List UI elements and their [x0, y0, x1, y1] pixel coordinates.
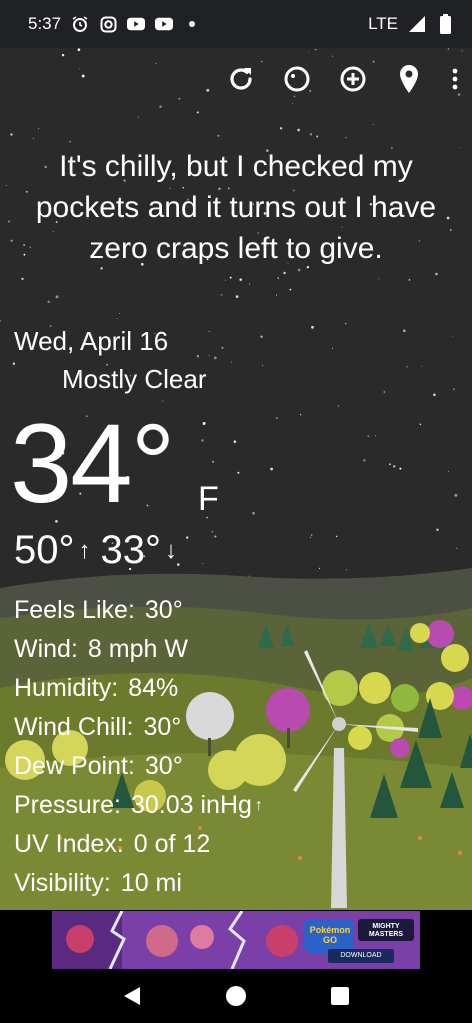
toolbar: [224, 62, 462, 96]
home-icon: [226, 986, 246, 1006]
home-button[interactable]: [221, 981, 251, 1011]
current-temperature: 34°: [10, 401, 175, 526]
add-location-button[interactable]: [336, 62, 370, 96]
battery-icon: [436, 14, 454, 34]
back-icon: [124, 987, 140, 1005]
youtube-icon: [155, 15, 174, 33]
recents-icon: [331, 987, 349, 1005]
back-button[interactable]: [117, 981, 147, 1011]
status-bar: 5:37 LTE: [0, 0, 472, 48]
detail-wind-chill: Wind Chill: 30°: [14, 713, 182, 741]
condition-row: Mostly Clear: [16, 363, 206, 395]
theme-button[interactable]: [280, 62, 314, 96]
ad-brand-pokemon: Pokémon GO: [309, 925, 351, 945]
instagram-icon: [99, 15, 117, 33]
temperature-unit: F: [198, 480, 219, 518]
more-options-button[interactable]: [448, 62, 462, 96]
detail-humidity: Humidity: 84%: [14, 674, 179, 702]
weather-quote: It's chilly, but I checked my pockets an…: [35, 150, 437, 265]
high-temperature: 50°: [14, 528, 75, 572]
youtube-icon: [127, 15, 146, 33]
ad-banner[interactable]: Pokémon GO MIGHTY MASTERS DOWNLOAD: [52, 911, 420, 969]
alarm-icon: [71, 15, 89, 33]
add-location-icon: [340, 66, 366, 92]
low-temperature: 33°: [100, 528, 162, 572]
detail-pressure: Pressure: 30.03 inHg ↑: [14, 786, 263, 825]
detail-dew-point: Dew Point: 30°: [14, 752, 183, 780]
theme-icon: [284, 66, 310, 92]
location-pin-icon: [400, 65, 418, 93]
more-options-icon: [452, 68, 458, 90]
up-arrow-icon: ↑: [78, 536, 91, 564]
dot-icon: [183, 15, 201, 33]
high-low-temperatures: 50° ↑ 33° ↓: [14, 528, 187, 573]
detail-visibility: Visibility: 10 mi: [14, 869, 182, 897]
detail-feels-like: Feels Like: 30°: [14, 596, 183, 624]
signal-icon: [408, 15, 426, 33]
location-button[interactable]: [392, 62, 426, 96]
ad-brand-mighty: MIGHTY MASTERS: [368, 923, 404, 938]
condition-text: Mostly Clear: [62, 363, 207, 394]
ad-artwork: [52, 911, 420, 969]
status-time: 5:37: [28, 14, 62, 33]
network-type: LTE: [368, 14, 398, 33]
weather-details: Feels Like: 30° Wind: 8 mph W Humidity: 84%…: [14, 591, 263, 903]
pressure-trend-icon: ↑: [254, 797, 263, 814]
weather-scene: It's chilly, but I checked my pockets an…: [0, 48, 472, 910]
recents-button[interactable]: [325, 981, 355, 1011]
refresh-button[interactable]: [224, 62, 258, 96]
forecast-date: Wed, April 16: [14, 326, 169, 356]
refresh-icon: [230, 68, 252, 90]
crescent-moon-icon: [23, 366, 36, 392]
ad-download-button[interactable]: DOWNLOAD: [328, 952, 394, 959]
navigation-bar: [0, 969, 472, 1023]
detail-wind: Wind: 8 mph W: [14, 635, 188, 663]
detail-uv-index: UV Index: 0 of 12: [14, 830, 211, 858]
down-arrow-icon: ↓: [165, 536, 177, 564]
